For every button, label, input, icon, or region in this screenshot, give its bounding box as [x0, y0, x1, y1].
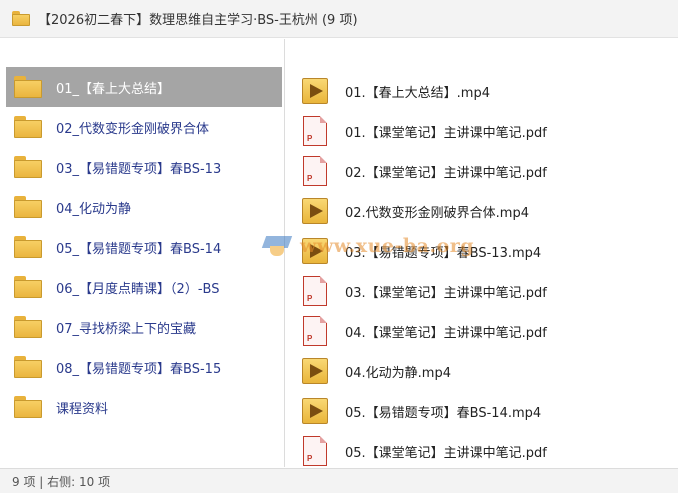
file-item[interactable]: 04.【课堂笔记】主讲课中笔记.pdf: [300, 311, 670, 351]
window-title: 【2026初二春下】数理思维自主学习·BS-王杭州 (9 项): [38, 13, 358, 28]
file-icon-wrap: [300, 78, 330, 104]
file-item[interactable]: 02.【课堂笔记】主讲课中笔记.pdf: [300, 151, 670, 191]
mp4-file-icon: [302, 358, 328, 384]
file-item[interactable]: 01.【春上大总结】.mp4: [300, 71, 670, 111]
folder-item-label: 03_【易错题专项】春BS-13: [56, 161, 222, 177]
folder-icon: [14, 396, 42, 418]
file-icon-wrap: [300, 358, 330, 384]
file-item[interactable]: 04.化动为静.mp4: [300, 351, 670, 391]
file-item-label: 03.【易错题专项】春BS-13.mp4: [345, 245, 542, 261]
folder-icon: [14, 276, 42, 298]
folder-item[interactable]: 05_【易错题专项】春BS-14: [6, 227, 282, 267]
file-icon-wrap: [300, 436, 330, 466]
folder-item-label: 02_代数变形金刚破界合体: [56, 121, 210, 137]
folder-item-label: 01_【春上大总结】: [56, 81, 171, 97]
folder-item-label: 08_【易错题专项】春BS-15: [56, 361, 222, 377]
folder-icon: [14, 196, 42, 218]
file-item-label: 04.化动为静.mp4: [345, 365, 451, 381]
pdf-file-icon: [303, 276, 327, 306]
folder-icon: [12, 11, 30, 26]
file-icon-wrap: [300, 238, 330, 264]
file-item-label: 01.【春上大总结】.mp4: [345, 85, 490, 101]
file-item[interactable]: 03.【课堂笔记】主讲课中笔记.pdf: [300, 271, 670, 311]
folder-item[interactable]: 03_【易错题专项】春BS-13: [6, 147, 282, 187]
file-item-label: 02.代数变形金刚破界合体.mp4: [345, 205, 529, 221]
folder-item[interactable]: 07_寻找桥梁上下的宝藏: [6, 307, 282, 347]
pdf-file-icon: [303, 436, 327, 466]
status-text: 9 项 | 右侧: 10 项: [12, 474, 111, 489]
file-icon-wrap: [300, 398, 330, 424]
folder-list: 01_【春上大总结】 02_代数变形金刚破界合体 03_【易错题专项】春BS-13 0…: [6, 67, 282, 427]
file-item-label: 05.【课堂笔记】主讲课中笔记.pdf: [345, 445, 547, 461]
folder-icon: [14, 316, 42, 338]
title-bar: 【2026初二春下】数理思维自主学习·BS-王杭州 (9 项): [0, 0, 678, 38]
folder-icon: [14, 116, 42, 138]
file-icon-wrap: [300, 316, 330, 346]
file-item-label: 01.【课堂笔记】主讲课中笔记.pdf: [345, 125, 547, 141]
folder-item-label: 课程资料: [56, 401, 109, 417]
folder-item-label: 04_化动为静: [56, 201, 132, 217]
file-item[interactable]: 05.【易错题专项】春BS-14.mp4: [300, 391, 670, 431]
mp4-file-icon: [302, 78, 328, 104]
file-list: 01.【春上大总结】.mp4 01.【课堂笔记】主讲课中笔记.pdf 02.【课堂笔…: [300, 71, 670, 471]
folder-item-label: 05_【易错题专项】春BS-14: [56, 241, 222, 257]
mp4-file-icon: [302, 198, 328, 224]
file-item[interactable]: 03.【易错题专项】春BS-13.mp4: [300, 231, 670, 271]
folder-item[interactable]: 01_【春上大总结】: [6, 67, 282, 107]
file-item-label: 02.【课堂笔记】主讲课中笔记.pdf: [345, 165, 547, 181]
folder-icon: [14, 76, 42, 98]
pdf-file-icon: [303, 116, 327, 146]
folder-icon: [14, 156, 42, 178]
file-item[interactable]: 02.代数变形金刚破界合体.mp4: [300, 191, 670, 231]
folder-item[interactable]: 06_【月度点睛课】（2）-BS: [6, 267, 282, 307]
file-icon-wrap: [300, 276, 330, 306]
file-icon-wrap: [300, 156, 330, 186]
file-list-pane: 01.【春上大总结】.mp4 01.【课堂笔记】主讲课中笔记.pdf 02.【课堂笔…: [286, 39, 678, 467]
status-bar: 9 项 | 右侧: 10 项: [0, 468, 678, 493]
folder-item-label: 06_【月度点睛课】（2）-BS: [56, 281, 220, 297]
folder-item-label: 07_寻找桥梁上下的宝藏: [56, 321, 197, 337]
mp4-file-icon: [302, 398, 328, 424]
file-icon-wrap: [300, 116, 330, 146]
folder-list-pane: 01_【春上大总结】 02_代数变形金刚破界合体 03_【易错题专项】春BS-13 0…: [0, 39, 285, 467]
file-item-label: 03.【课堂笔记】主讲课中笔记.pdf: [345, 285, 547, 301]
file-item-label: 04.【课堂笔记】主讲课中笔记.pdf: [345, 325, 547, 341]
folder-item[interactable]: 04_化动为静: [6, 187, 282, 227]
pdf-file-icon: [303, 156, 327, 186]
folder-item[interactable]: 课程资料: [6, 387, 282, 427]
file-item[interactable]: 05.【课堂笔记】主讲课中笔记.pdf: [300, 431, 670, 471]
folder-icon: [14, 236, 42, 258]
folder-icon: [14, 356, 42, 378]
mp4-file-icon: [302, 238, 328, 264]
folder-item[interactable]: 02_代数变形金刚破界合体: [6, 107, 282, 147]
file-item[interactable]: 01.【课堂笔记】主讲课中笔记.pdf: [300, 111, 670, 151]
pdf-file-icon: [303, 316, 327, 346]
file-item-label: 05.【易错题专项】春BS-14.mp4: [345, 405, 542, 421]
folder-item[interactable]: 08_【易错题专项】春BS-15: [6, 347, 282, 387]
file-icon-wrap: [300, 198, 330, 224]
